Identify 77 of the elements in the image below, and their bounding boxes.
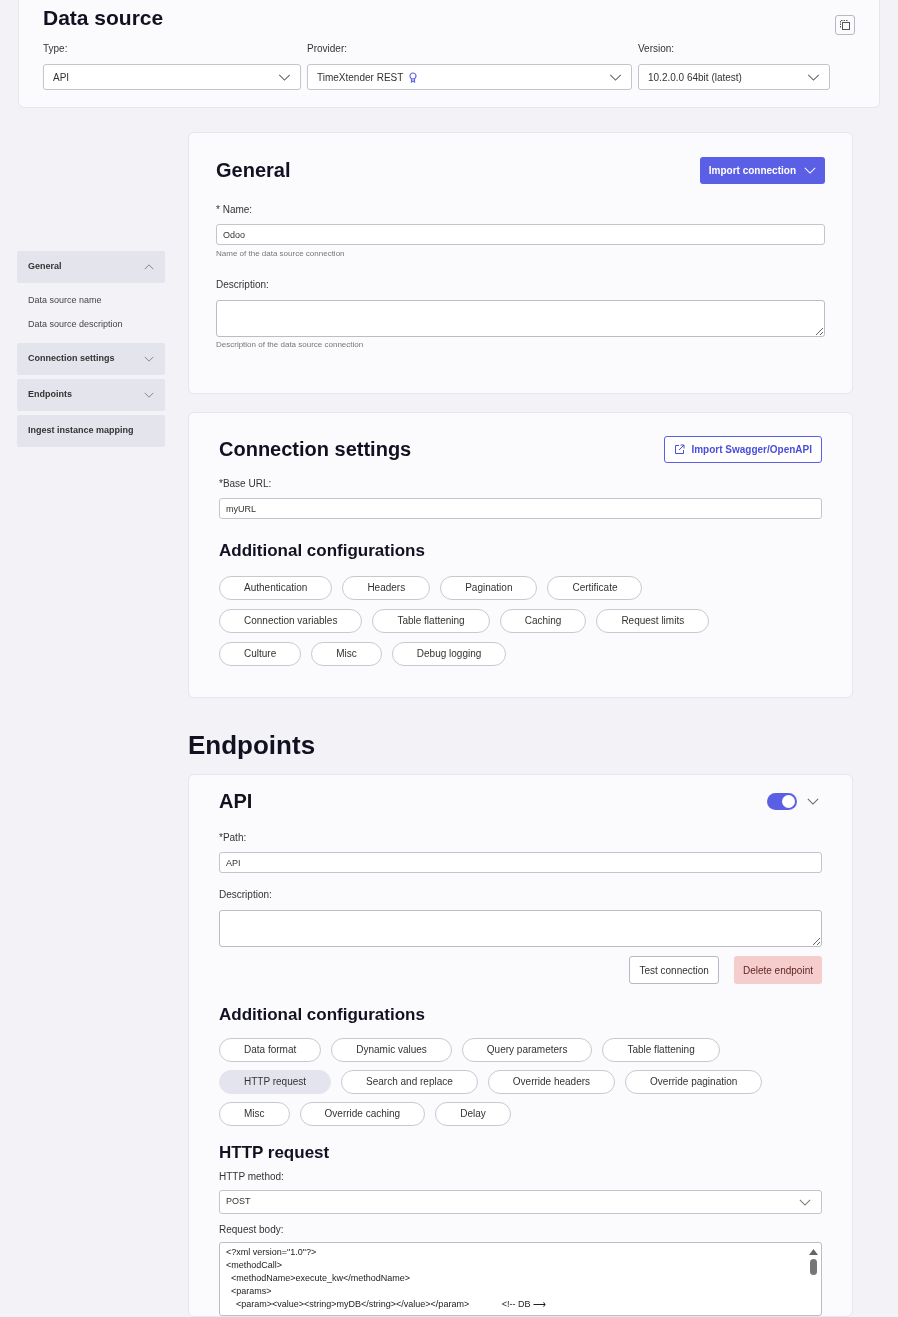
code-line: <methodCall>	[226, 1259, 284, 1272]
option-chip[interactable]: Data format	[219, 1037, 322, 1062]
section-title: Data source	[43, 6, 164, 30]
field-label: * Name:	[216, 203, 254, 217]
import-swagger-button[interactable]: Import Swagger/OpenAPI	[664, 435, 822, 463]
option-chip[interactable]: Authentication	[219, 575, 333, 600]
option-chip[interactable]: Misc	[219, 1101, 290, 1126]
chevron-down-icon	[278, 73, 291, 81]
code-line: <params>	[230, 1285, 273, 1298]
option-chip[interactable]: Connection variables	[219, 608, 363, 633]
delete-endpoint-button[interactable]: Delete endpoint	[733, 956, 822, 984]
section-title: Connection settings	[219, 437, 412, 462]
endpoint-title: API	[219, 789, 253, 814]
scrollbar[interactable]	[809, 1249, 818, 1275]
option-chip[interactable]: Dynamic values	[331, 1037, 452, 1062]
field-label: HTTP method:	[219, 1170, 285, 1184]
code-line: <methodName>execute_kw</methodName>	[230, 1272, 412, 1285]
field-label: Provider:	[307, 42, 348, 56]
import-connection-button[interactable]: Import connection	[699, 156, 825, 184]
text-field[interactable]: Odoo	[216, 224, 825, 245]
option-chip[interactable]: Table flattening	[372, 608, 490, 633]
sidebar-link[interactable]: Data source description	[17, 313, 165, 337]
field-label: *Base URL:	[219, 477, 273, 491]
text-field[interactable]: myURL	[219, 498, 822, 519]
option-chip[interactable]: HTTP request	[219, 1069, 332, 1094]
copy-icon	[839, 19, 851, 31]
dropdown-field[interactable]: 10.2.0.0 64bit (latest)	[638, 64, 830, 90]
option-chip[interactable]: Table flattening	[602, 1037, 720, 1062]
chevron-down-icon	[804, 166, 816, 174]
chevron-down-icon	[807, 797, 819, 805]
sidebar-item[interactable]: Connection settings	[17, 343, 165, 375]
option-chip[interactable]: Certificate	[547, 575, 643, 600]
chevron-down-icon	[807, 73, 820, 81]
test-connection-button[interactable]: Test connection	[629, 956, 719, 984]
option-chip[interactable]: Override pagination	[625, 1069, 763, 1094]
chevron-down-icon	[799, 1198, 811, 1206]
text-field[interactable]: API	[219, 852, 822, 873]
sidebar-item[interactable]: Ingest instance mapping	[17, 415, 165, 447]
dropdown-field[interactable]: TimeXtender REST	[307, 64, 632, 90]
option-chip[interactable]: Search and replace	[341, 1069, 478, 1094]
scroll-up-arrow-icon[interactable]	[809, 1249, 818, 1255]
field-label: Type:	[43, 42, 69, 56]
help-text: Name of the data source connection	[216, 248, 346, 260]
option-chip[interactable]: Override caching	[299, 1101, 426, 1126]
option-chip[interactable]: Query parameters	[461, 1037, 593, 1062]
field-label: Description:	[216, 278, 270, 292]
subsection-title: Additional configurations	[219, 540, 426, 562]
option-chip[interactable]: Misc	[311, 641, 382, 666]
sidebar-item[interactable]: Endpoints	[17, 379, 165, 411]
external-link-icon	[674, 443, 686, 455]
option-chip[interactable]: Debug logging	[391, 641, 507, 666]
sidebar-link[interactable]: Data source name	[17, 289, 165, 313]
option-chip[interactable]: Override headers	[487, 1069, 616, 1094]
code-editor[interactable]: <?xml version="1.0"?> <methodCall> <methodName>execute_kw</methodName> <params> <param><value><string>myDB</string></value></param> <!-- DB ⟶	[219, 1242, 822, 1316]
chevron-down-icon	[609, 73, 622, 81]
field-label: *Path:	[219, 831, 248, 845]
field-label: Description:	[219, 888, 273, 902]
dropdown-field[interactable]: POST	[219, 1190, 822, 1214]
code-line: <?xml version="1.0"?>	[226, 1246, 318, 1259]
field-label: Request body:	[219, 1223, 285, 1237]
subsection-title: Additional configurations	[219, 1004, 426, 1026]
option-chip[interactable]: Headers	[342, 575, 431, 600]
option-chip[interactable]: Delay	[435, 1101, 511, 1126]
option-chip[interactable]: Pagination	[440, 575, 538, 600]
sidebar-item[interactable]: General	[17, 251, 165, 283]
help-text: Description of the data source connection	[216, 339, 365, 351]
option-chip[interactable]: Request limits	[596, 608, 710, 633]
option-chip[interactable]: Culture	[219, 641, 302, 666]
code-line: <param><value><string>myDB</string></value></param> <!-- DB ⟶	[235, 1298, 547, 1311]
section-title: General	[216, 158, 291, 183]
toggle-switch[interactable]	[767, 792, 797, 810]
subsection-title: HTTP request	[219, 1141, 331, 1164]
option-chip[interactable]: Caching	[499, 608, 587, 633]
dropdown-field[interactable]: API	[43, 64, 301, 90]
section-title: Endpoints	[188, 729, 317, 761]
field-label: Version:	[638, 42, 676, 56]
copy-button[interactable]	[835, 15, 855, 35]
